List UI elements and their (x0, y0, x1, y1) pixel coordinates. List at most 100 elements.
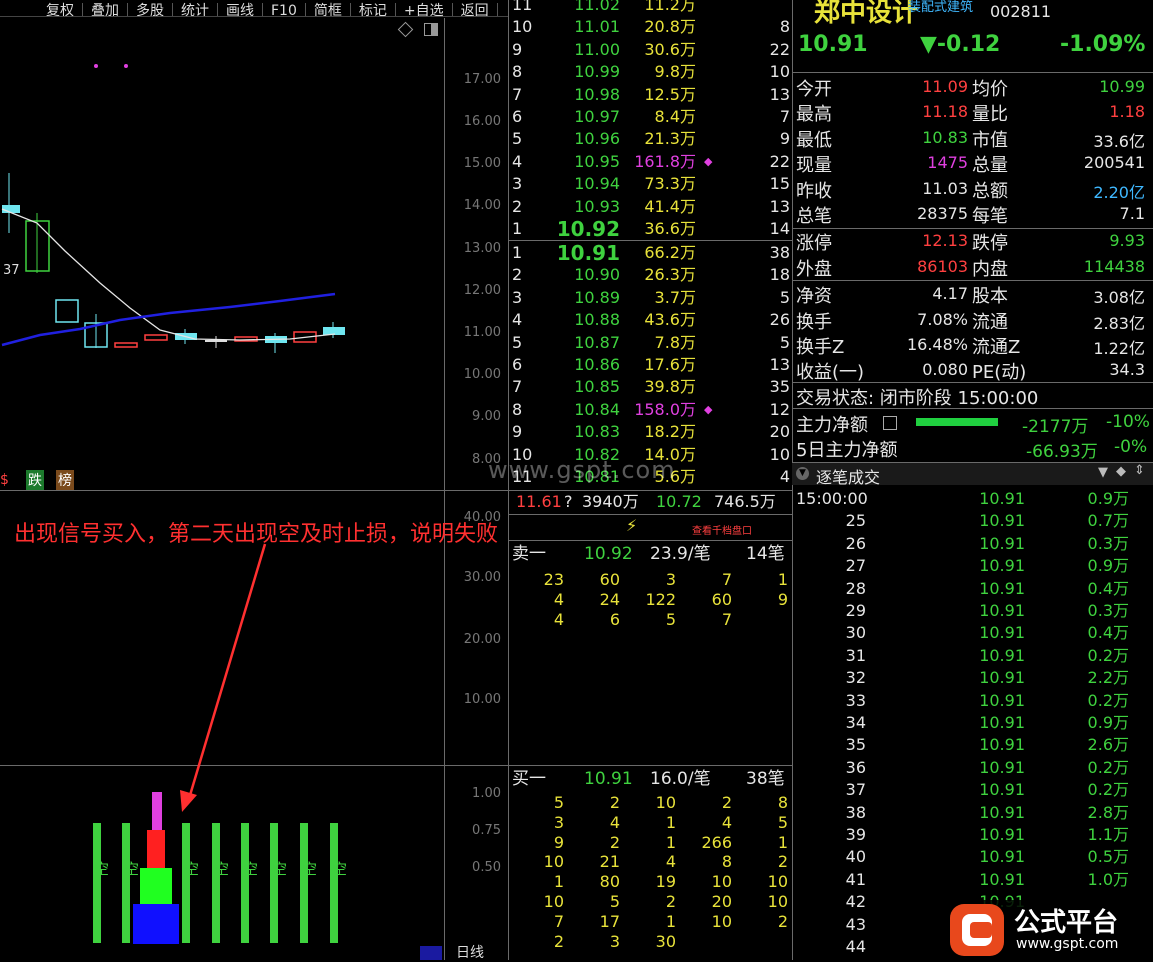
orderbook-row[interactable]: 4 10.88 43.6万 26 (508, 309, 792, 331)
tick-price: 10.91 (979, 668, 1025, 688)
orderbook-row[interactable]: 7 10.98 12.5万 13 (508, 84, 792, 106)
drop-tag[interactable]: 跌 (26, 470, 44, 490)
queue-cell: 2 (777, 911, 788, 931)
level-count: 18 (769, 265, 790, 285)
quote-label: 昨收 (796, 180, 832, 202)
orderbook-row[interactable]: 5 10.87 7.8万 5 (508, 332, 792, 354)
stock-board[interactable]: 装配式建筑 (908, 0, 973, 15)
menu-draw[interactable]: 画线 (218, 3, 263, 16)
queue-hint-link[interactable]: 查看千档盘口 (692, 522, 752, 537)
menu-overlay[interactable]: 叠加 (83, 3, 128, 16)
orderbook-row[interactable]: 8 10.99 9.8万 10 (508, 61, 792, 83)
queue-cell: 5 (553, 793, 564, 812)
ticks-filter-icon[interactable]: ▼ (1098, 465, 1108, 480)
quote-value: 16.48% (906, 335, 968, 354)
level-volume: 17.6万 (644, 355, 696, 374)
quote-label: 最低 (796, 129, 832, 151)
menu-add-favorite[interactable]: +自选 (396, 3, 453, 16)
level-volume: 43.6万 (644, 310, 696, 330)
main-net-icon[interactable] (883, 416, 897, 430)
quote-value: 1475 (927, 153, 968, 173)
tick-time: 15:00:00 (796, 489, 868, 508)
orderbook-row[interactable]: 4 10.95 161.8万 ◆ 22 (508, 151, 792, 173)
tick-row: 27 10.91 0.9万 (792, 555, 1153, 577)
quote-value: 10.99 (1099, 77, 1145, 96)
level-label: 3 (512, 174, 523, 194)
level-count: 35 (769, 377, 790, 397)
price-tick: 15.00 (463, 156, 501, 171)
price-tick: 9.00 (472, 409, 501, 424)
menu-multi[interactable]: 多股 (128, 3, 173, 16)
orderbook-row[interactable]: 7 10.85 39.8万 35 (508, 376, 792, 398)
orderbook-row[interactable]: 10 11.01 20.8万 8 (508, 16, 792, 38)
quote-value: 33.6亿 (1093, 131, 1145, 151)
level-count: 22 (769, 39, 790, 59)
sell-queue-price: 10.92 (584, 544, 633, 564)
level-price: 10.98 (574, 84, 620, 104)
orderbook-row[interactable]: 5 10.96 21.3万 9 (508, 128, 792, 150)
candlestick-chart[interactable] (0, 18, 444, 488)
period-tab[interactable]: 日线 (456, 942, 484, 962)
level-price: 10.94 (574, 174, 620, 194)
orderbook-row[interactable]: 3 10.89 3.7万 5 (508, 287, 792, 309)
queue-cell: 10 (543, 892, 564, 911)
ticks-sort-icon[interactable]: ◆ (1116, 464, 1126, 479)
tick-time: 44 (845, 937, 866, 956)
tick-time: 28 (845, 578, 866, 598)
orderbook-row[interactable]: 9 11.00 30.6万 22 (508, 39, 792, 61)
main-net5-value: -66.93万 (1026, 442, 1098, 462)
indicator-tick: 0.50 (472, 860, 501, 875)
tick-time: 33 (845, 690, 866, 710)
level-count: 7 (779, 107, 790, 126)
menu-back[interactable]: 返回 (453, 3, 498, 16)
orderbook-row[interactable]: 2 10.93 41.4万 13 (508, 196, 792, 218)
tick-time: 42 (845, 892, 866, 912)
ticks-arrows-icon[interactable]: ⇕ (1134, 463, 1145, 478)
empty-label: 空 (332, 860, 347, 878)
summary-amount2: 746.5万 (714, 492, 776, 511)
queue-cell: 2 (553, 931, 564, 951)
orderbook-row[interactable]: 3 10.94 73.3万 15 (508, 173, 792, 195)
menu-fuquan[interactable]: 复权 (0, 3, 83, 16)
quote-value: 10.83 (922, 127, 968, 147)
quote-label: 换手 (796, 311, 832, 333)
tick-price: 10.91 (979, 556, 1025, 576)
level-volume: 36.6万 (644, 219, 696, 238)
quote-label: 市值 (972, 129, 1008, 151)
orderbook-row[interactable]: 6 10.97 8.4万 7 (508, 106, 792, 128)
level-count: 13 (769, 355, 790, 374)
tick-time: 26 (845, 533, 866, 553)
tick-row: 33 10.91 0.2万 (792, 690, 1153, 712)
price-marker: 37 (3, 263, 20, 278)
menu-stats[interactable]: 统计 (173, 3, 218, 16)
menu-f10[interactable]: F10 (263, 3, 306, 16)
menu-mark[interactable]: 标记 (351, 3, 396, 16)
menu-simple[interactable]: 简框 (306, 3, 351, 16)
tick-row: 30 10.91 0.4万 (792, 622, 1153, 644)
queue-cell: 2 (609, 793, 620, 812)
rank-tag[interactable]: 榜 (56, 470, 74, 490)
ticks-collapse-icon[interactable]: ▼ (796, 467, 809, 480)
empty-label: 空 (124, 860, 139, 878)
level-count: 8 (779, 17, 790, 37)
orderbook-row[interactable]: 8 10.84 158.0万 ◆ 12 (508, 399, 792, 421)
quote-label: 每笔 (972, 206, 1008, 227)
queue-cell: 4 (553, 609, 564, 629)
orderbook-row[interactable]: 1 10.91 66.2万 38 (508, 242, 792, 264)
quote-value: 4.17 (932, 284, 968, 304)
level-price: 10.99 (574, 62, 620, 82)
summary-bar: 11.61 ? 3940万 10.72 746.5万 (508, 490, 792, 514)
orderbook-row[interactable]: 9 10.83 18.2万 20 (508, 421, 792, 443)
indicator-chart: 空 空 空 空 空 空 空 空 (93, 792, 347, 944)
tick-row: 15:00:00 10.91 0.9万 (792, 488, 1153, 510)
orderbook-row[interactable]: 1 10.92 36.6万 14 (508, 218, 792, 240)
period-marker (420, 946, 442, 960)
tick-price: 10.91 (979, 847, 1025, 867)
orderbook-row[interactable]: 2 10.90 26.3万 18 (508, 264, 792, 286)
tick-volume: 0.4万 (1087, 623, 1129, 643)
price-tick: 11.00 (463, 325, 501, 340)
orderbook-row[interactable]: 11 11.02 11.2万 (508, 0, 792, 16)
orderbook-row[interactable]: 6 10.86 17.6万 13 (508, 354, 792, 376)
level-price: 10.93 (574, 196, 620, 216)
quote-value: 114438 (1083, 256, 1145, 276)
